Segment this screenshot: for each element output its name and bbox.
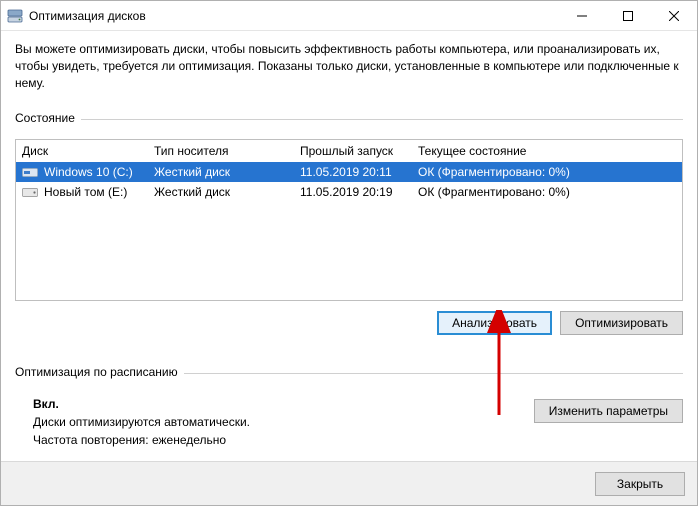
table-row[interactable]: Новый том (E:) Жесткий диск 11.05.2019 2… [16, 182, 682, 202]
schedule-auto: Диски оптимизируются автоматически. [33, 415, 534, 429]
cell-last: 11.05.2019 20:19 [300, 185, 418, 199]
col-header-disk[interactable]: Диск [22, 144, 154, 158]
maximize-button[interactable] [605, 1, 651, 31]
status-section-label: Состояние [15, 111, 75, 125]
close-button[interactable] [651, 1, 697, 31]
cell-media: Жесткий диск [154, 165, 300, 179]
schedule-section: Вкл. Диски оптимизируются автоматически.… [15, 397, 683, 451]
col-header-last[interactable]: Прошлый запуск [300, 144, 418, 158]
optimize-button[interactable]: Оптимизировать [560, 311, 683, 335]
drive-icon [22, 186, 38, 198]
change-settings-button[interactable]: Изменить параметры [534, 399, 683, 423]
analyze-button[interactable]: Анализировать [437, 311, 552, 335]
schedule-on: Вкл. [33, 397, 534, 411]
close-dialog-button[interactable]: Закрыть [595, 472, 685, 496]
drive-icon [22, 166, 38, 178]
drives-table: Диск Тип носителя Прошлый запуск Текущее… [15, 139, 683, 301]
cell-disk: Новый том (E:) [44, 185, 127, 199]
table-header: Диск Тип носителя Прошлый запуск Текущее… [16, 140, 682, 162]
intro-text: Вы можете оптимизировать диски, чтобы по… [15, 41, 683, 91]
window-title: Оптимизация дисков [29, 9, 146, 23]
col-header-state[interactable]: Текущее состояние [418, 144, 676, 158]
cell-state: ОК (Фрагментировано: 0%) [418, 165, 676, 179]
divider [184, 373, 683, 374]
divider [81, 119, 683, 120]
table-actions: Анализировать Оптимизировать [15, 311, 683, 335]
cell-media: Жесткий диск [154, 185, 300, 199]
col-header-media[interactable]: Тип носителя [154, 144, 300, 158]
schedule-section-label: Оптимизация по расписанию [15, 365, 178, 379]
cell-state: ОК (Фрагментировано: 0%) [418, 185, 676, 199]
titlebar: Оптимизация дисков [1, 1, 697, 31]
cell-last: 11.05.2019 20:11 [300, 165, 418, 179]
minimize-button[interactable] [559, 1, 605, 31]
schedule-freq: Частота повторения: еженедельно [33, 433, 534, 447]
table-row[interactable]: Windows 10 (C:) Жесткий диск 11.05.2019 … [16, 162, 682, 182]
cell-disk: Windows 10 (C:) [44, 165, 133, 179]
app-icon [7, 8, 23, 24]
dialog-footer: Закрыть [1, 461, 697, 505]
table-body: Windows 10 (C:) Жесткий диск 11.05.2019 … [16, 162, 682, 300]
